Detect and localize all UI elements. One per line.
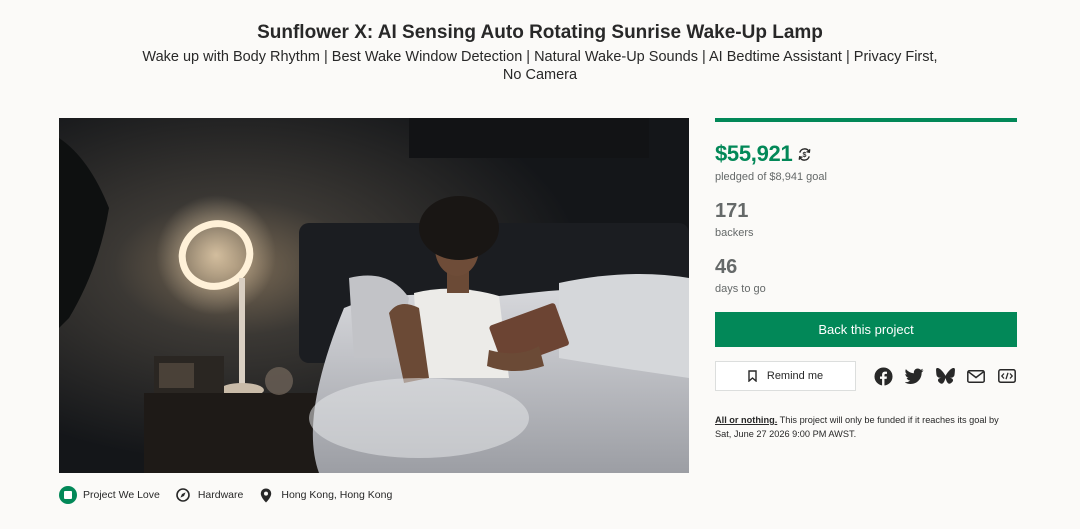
project-we-love-badge (59, 486, 77, 504)
tag-label: Project We Love (83, 489, 160, 501)
hero-image (59, 118, 689, 473)
remind-me-label: Remind me (766, 370, 824, 382)
share-icons (862, 366, 1017, 386)
twitter-icon[interactable] (904, 366, 924, 386)
all-or-nothing-notice: All or nothing. This project will only b… (715, 413, 1017, 441)
funding-progress-fill (715, 118, 1017, 122)
facebook-icon[interactable] (873, 366, 893, 386)
goal-text: pledged of $8,941 goal (715, 171, 827, 183)
tag-label: Hardware (197, 489, 244, 501)
project-video[interactable] (59, 118, 689, 473)
svg-text:$: $ (803, 152, 807, 159)
all-or-nothing-link[interactable]: All or nothing. (715, 415, 777, 425)
days-to-go-count: 46 (715, 256, 738, 278)
remind-me-button[interactable]: Remind me (715, 361, 856, 391)
backers-label: backers (715, 227, 754, 239)
currency-conversion-icon[interactable]: $ (797, 147, 812, 162)
days-to-go-label: days to go (715, 283, 766, 295)
bluesky-icon[interactable] (935, 366, 955, 386)
location-pin-icon (257, 486, 275, 504)
backers-count: 171 (715, 200, 749, 222)
project-tags: Project We Love Hardware Hong Kong, Hong… (59, 486, 406, 504)
email-icon[interactable] (966, 366, 986, 386)
secondary-actions: Remind me (715, 361, 1017, 391)
pledged-row: $55,921 $ (715, 141, 1017, 167)
back-project-button[interactable]: Back this project (715, 312, 1017, 347)
bookmark-icon (748, 370, 757, 382)
tag-label: Hong Kong, Hong Kong (281, 489, 393, 501)
project-title: Sunflower X: AI Sensing Auto Rotating Su… (257, 22, 823, 43)
tag-location[interactable]: Hong Kong, Hong Kong (257, 486, 392, 504)
tag-project-we-love[interactable]: Project We Love (59, 486, 160, 504)
pledged-amount: $55,921 (715, 141, 793, 166)
project-subtitle: Wake up with Body Rhythm | Best Wake Win… (142, 49, 938, 83)
tag-category[interactable]: Hardware (174, 486, 244, 504)
compass-icon (174, 486, 192, 504)
funding-panel: $55,921 $ pledged of $8,941 goal 171 bac… (715, 118, 1017, 441)
funding-progress-bar (715, 118, 1017, 122)
embed-icon[interactable] (997, 366, 1017, 386)
